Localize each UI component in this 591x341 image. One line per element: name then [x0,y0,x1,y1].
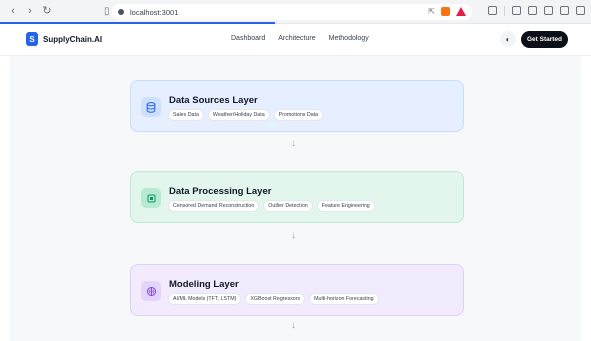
arrow-down-icon: ↓ [291,230,296,241]
brave-shield-icon[interactable] [441,7,450,16]
share-icon[interactable]: ⇱ [428,7,435,16]
nav-dashboard[interactable]: Dashboard [231,35,265,42]
sidebar-icon[interactable] [512,6,521,15]
layer-tags: Sales Data Weather/Holiday Data Promotio… [168,109,324,121]
toolbar-divider [504,6,505,16]
architecture-diagram: Data Sources Layer Sales Data Weather/Ho… [10,56,581,341]
theme-toggle-icon[interactable]: ◐ [500,31,516,47]
layer-tags: AI/ML Models (TFT, LSTM) XGBoost Regress… [168,293,379,305]
tag: Promotions Data [273,109,324,121]
browser-actions [488,6,585,16]
url-text[interactable]: localhost:3001 [130,8,178,17]
tag: AI/ML Models (TFT, LSTM) [168,293,242,305]
warning-icon[interactable] [456,7,466,16]
extensions-icon[interactable] [544,6,553,15]
forward-icon[interactable]: › [23,5,37,19]
layer-card-data-processing: Data Processing Layer Censored Demand Re… [130,171,464,223]
layer-card-modeling: Modeling Layer AI/ML Models (TFT, LSTM) … [130,264,464,316]
layer-title: Modeling Layer [169,279,239,290]
site-info-icon[interactable] [118,9,124,15]
nav-methodology[interactable]: Methodology [329,35,369,42]
address-bar[interactable]: localhost:3001 ⇱ [112,4,472,20]
tag: Weather/Holiday Data [207,109,270,121]
tag: Censored Demand Reconstruction [168,200,260,212]
reload-icon[interactable]: ↻ [40,5,54,19]
app-header: S SupplyChain.AI Dashboard Architecture … [0,24,591,56]
arrow-down-icon: ↓ [291,138,296,149]
tag: XGBoost Regressors [245,293,306,305]
brand-logo[interactable]: S SupplyChain.AI [26,32,102,46]
tabs-icon[interactable] [528,6,537,15]
vpn-icon[interactable] [560,6,569,15]
layer-title: Data Sources Layer [169,95,258,106]
back-icon[interactable]: ‹ [6,5,20,19]
tag: Sales Data [168,109,204,121]
tag: Outlier Detection [263,200,313,212]
cpu-icon [141,188,161,208]
brand-name: SupplyChain.AI [43,34,103,44]
brain-icon [141,281,161,301]
bookmark-icon[interactable]: ▯ [104,6,110,17]
layer-tags: Censored Demand Reconstruction Outlier D… [168,200,375,212]
layer-title: Data Processing Layer [169,186,272,197]
tag: Feature Engineering [316,200,375,212]
top-nav: Dashboard Architecture Methodology [231,35,369,42]
address-bar-actions: ⇱ [428,7,466,16]
tag: Multi-horizon Forecasting [309,293,379,305]
browser-nav: ‹ › ↻ [6,5,54,19]
logo-badge: S [26,32,38,46]
wallet-icon[interactable] [488,6,497,15]
menu-icon[interactable] [576,6,585,15]
browser-toolbar: ‹ › ↻ ▯ localhost:3001 ⇱ [0,0,591,24]
database-icon [141,97,161,117]
layer-card-data-sources: Data Sources Layer Sales Data Weather/Ho… [130,80,464,132]
arrow-down-icon: ↓ [291,320,296,331]
get-started-button[interactable]: Get Started [521,31,568,48]
nav-architecture[interactable]: Architecture [278,35,315,42]
